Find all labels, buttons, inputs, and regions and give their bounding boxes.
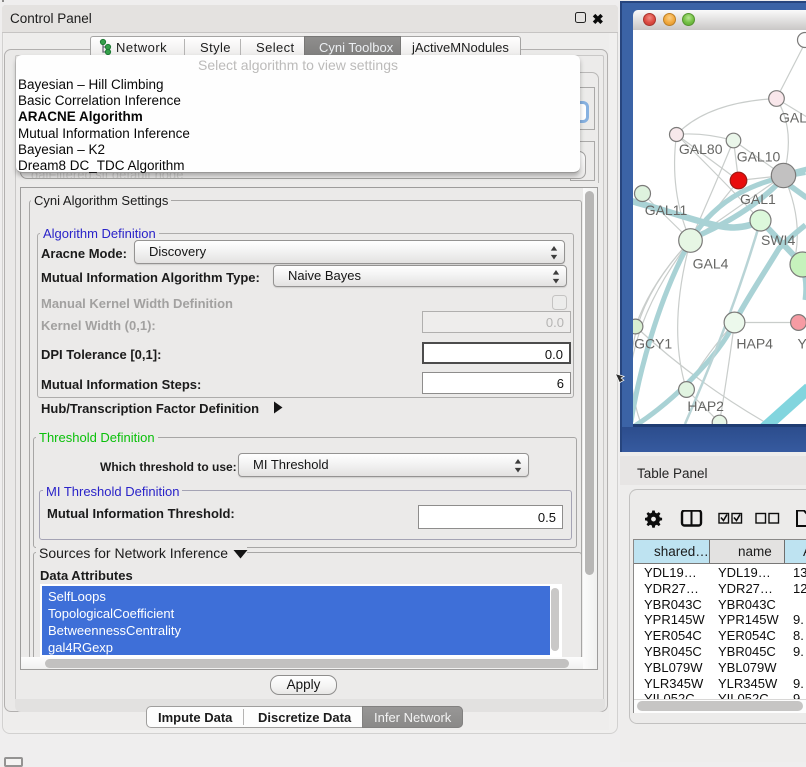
- svg-text:GCY1: GCY1: [634, 336, 672, 352]
- svg-text:YK: YK: [798, 336, 806, 352]
- svg-text:GAL10: GAL10: [737, 149, 781, 165]
- svg-text:GAL11: GAL11: [645, 202, 688, 218]
- svg-text:SWI4: SWI4: [761, 232, 795, 248]
- svg-text:GAL4: GAL4: [693, 256, 729, 272]
- svg-text:HAP4: HAP4: [736, 336, 773, 352]
- svg-text:GAL80: GAL80: [679, 141, 723, 157]
- svg-text:GAL1: GAL1: [740, 191, 776, 207]
- svg-text:HAP2: HAP2: [687, 398, 724, 414]
- svg-text:GAL7: GAL7: [779, 110, 806, 126]
